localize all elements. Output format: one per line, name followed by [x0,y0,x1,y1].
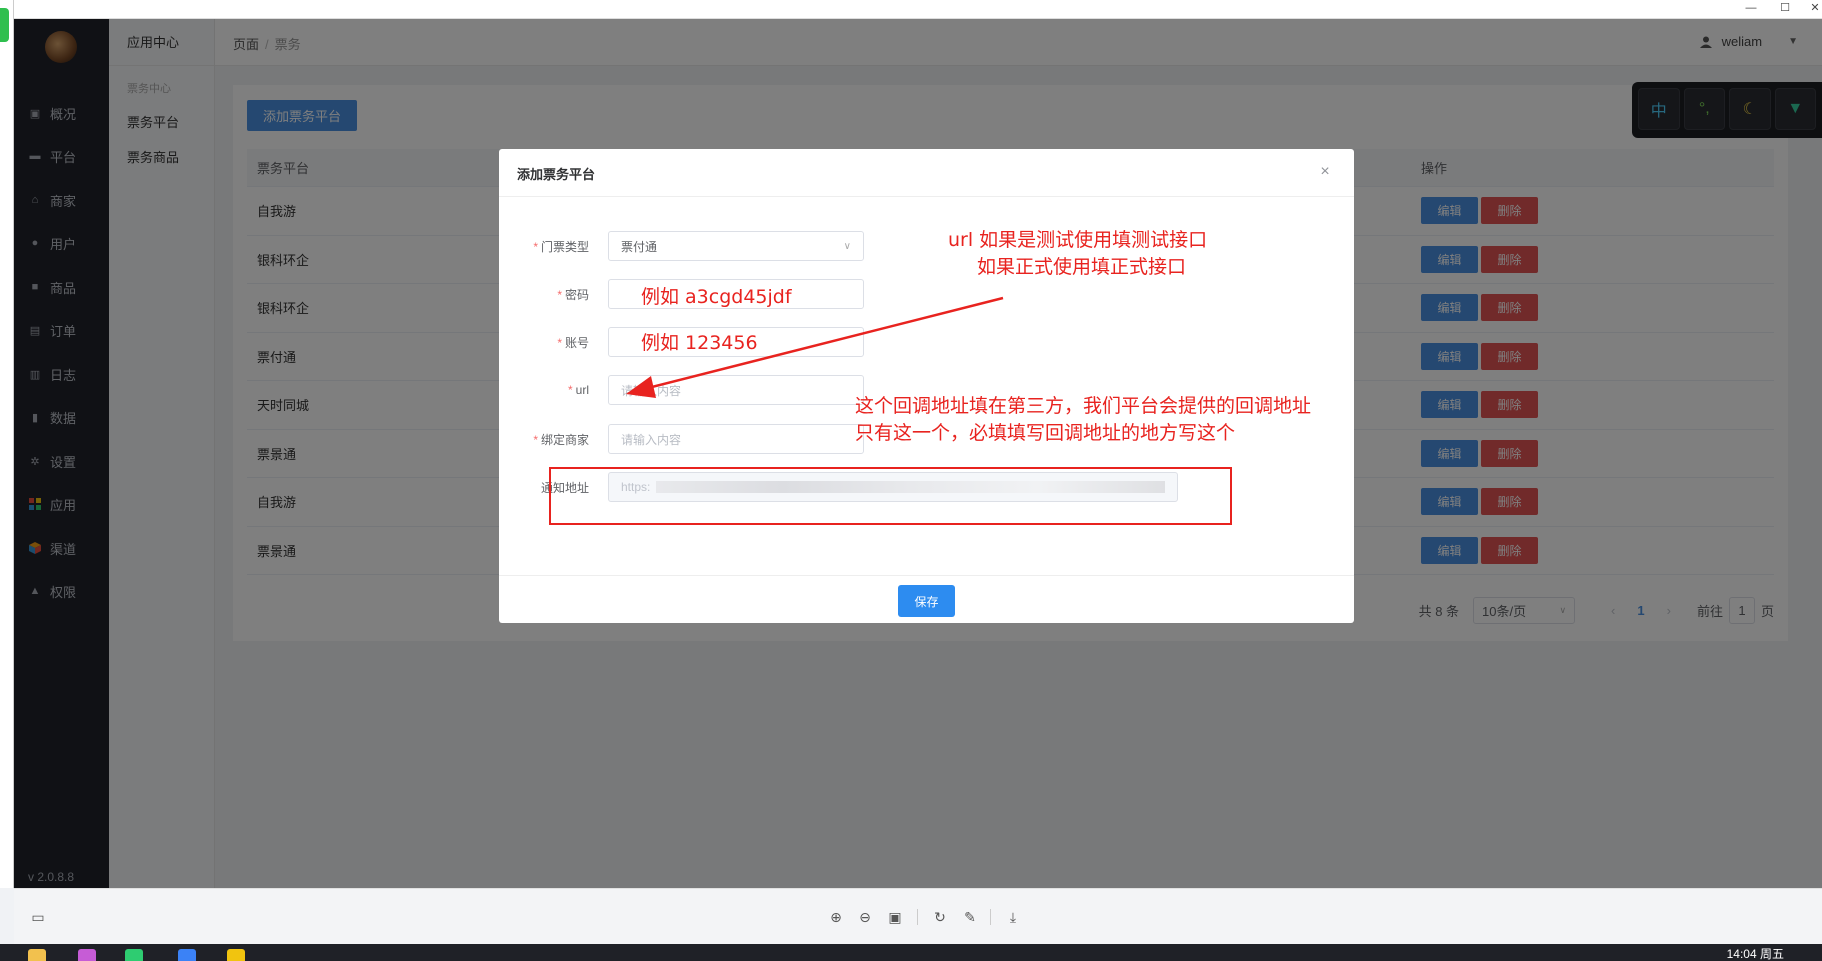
edit-pen-icon[interactable]: ✎ [960,907,980,927]
image-viewer-toolbar: ▭ ⊕ ⊖ ▣ ↻ ✎ ⤓ [14,888,1822,944]
add-ticket-platform-dialog: 添加票务平台 × * 门票类型 票付通 ∨ * 密码 * 账号 * url 请输入内容 *… [499,149,1354,623]
system-clock: 14:04 周五 [1726,947,1784,961]
panel-toggle-icon[interactable]: ▭ [28,907,48,927]
required-mark: * [557,287,562,302]
minimize-button[interactable]: — [1736,0,1766,19]
zoom-in-icon[interactable]: ⊕ [826,907,846,927]
app-icon[interactable] [178,949,196,961]
form-row-merchant: * 绑定商家 请输入内容 [499,424,864,454]
save-button[interactable]: 保存 [898,585,955,617]
ticket-type-label: 门票类型 [540,239,589,254]
password-label: 密码 [564,287,589,302]
annotation-notify-note-line1: 这个回调地址填在第三方，我们平台会提供的回调地址 [855,395,1312,417]
annotation-account-example: 例如 123456 [641,332,758,354]
required-mark: * [567,383,573,397]
merchant-label: 绑定商家 [540,432,589,447]
merchant-input[interactable]: 请输入内容 [608,424,864,454]
annotation-highlight-box [549,467,1232,525]
os-taskbar: 14:04 周五 [0,944,1822,961]
rotate-icon[interactable]: ↻ [930,907,950,927]
annotation-url-note-line1: url 如果是测试使用填测试接口 [948,229,1208,251]
form-row-ticket-type: * 门票类型 票付通 ∨ [499,231,864,261]
required-mark: * [533,239,538,254]
annotation-password-example: 例如 a3cgd45jdf [641,286,792,308]
app-icon[interactable] [227,949,245,961]
ticket-type-select[interactable]: 票付通 ∨ [608,231,864,261]
account-label: 账号 [564,335,589,350]
browser-icon[interactable] [78,949,96,961]
maximize-button[interactable]: ☐ [1770,0,1800,19]
folder-icon[interactable] [28,949,46,961]
left-edge-strip [0,0,14,888]
green-tab-icon [0,8,9,42]
url-label: url [575,383,589,397]
url-input[interactable]: 请输入内容 [608,375,864,405]
download-icon[interactable]: ⤓ [1003,907,1023,927]
annotation-notify-note-line2: 只有这一个，必填填写回调地址的地方写这个 [855,422,1236,444]
form-row-url: * url 请输入内容 [499,375,864,405]
annotation-url-note-line2: 如果正式使用填正式接口 [977,256,1187,278]
close-window-button[interactable]: ✕ [1800,0,1822,19]
wechat-icon[interactable] [125,949,143,961]
chevron-down-icon: ∨ [843,240,851,252]
required-mark: * [533,432,538,447]
actual-size-icon[interactable]: ▣ [885,907,905,927]
dialog-footer: 保存 [499,575,1354,623]
window-titlebar: — ☐ ✕ [0,0,1822,19]
dialog-title: 添加票务平台 [499,149,1354,197]
required-mark: * [557,335,562,350]
close-icon[interactable]: × [1318,164,1332,180]
zoom-out-icon[interactable]: ⊖ [855,907,875,927]
